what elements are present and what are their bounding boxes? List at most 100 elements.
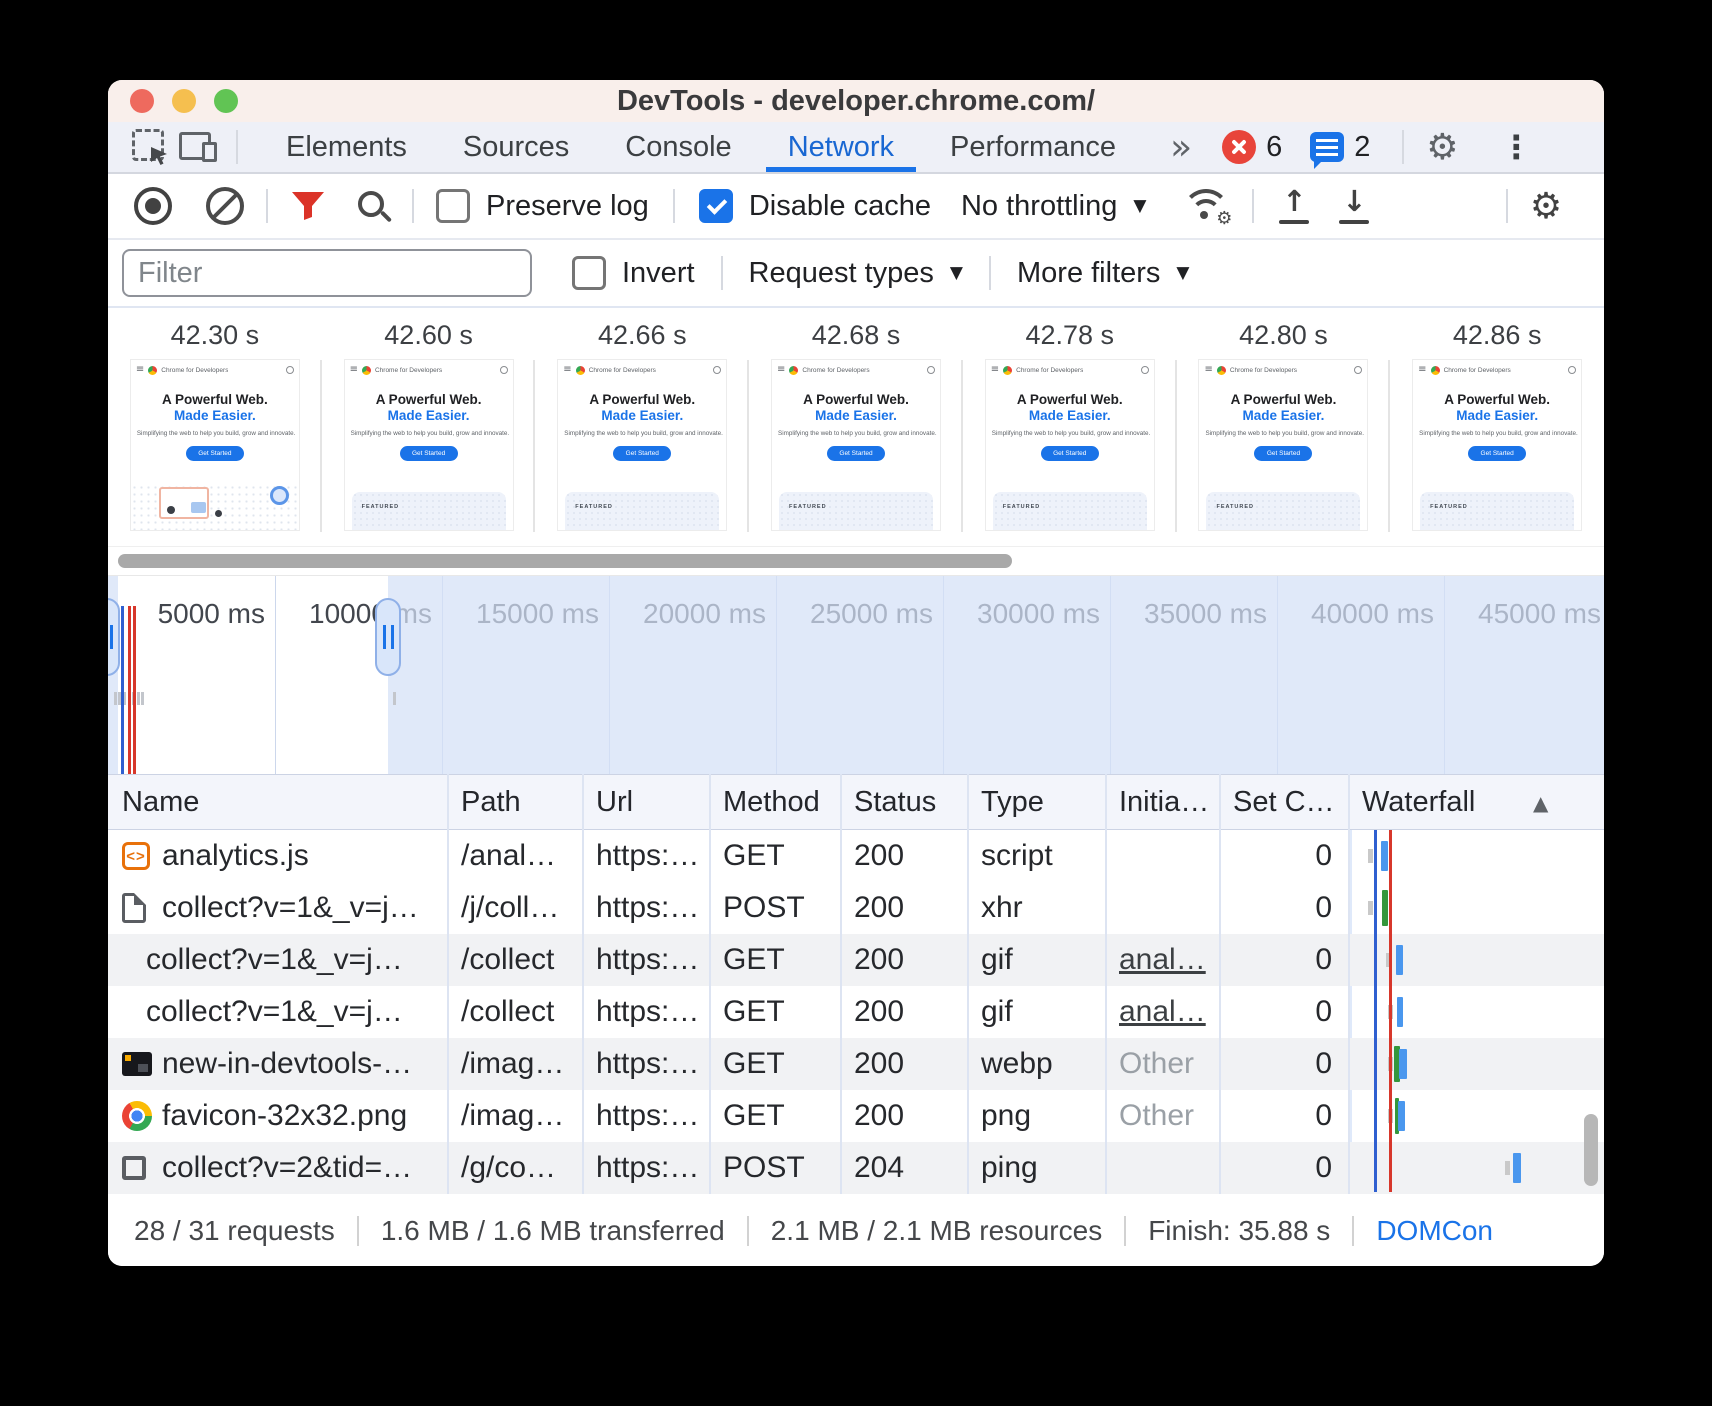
page-screenshot-thumbnail[interactable]: ≡Chrome for DevelopersA Powerful Web.Mad… [985,359,1155,531]
chevron-down-icon[interactable]: ▼ [1176,263,1189,283]
thumb-featured-box: FEATURED [1420,492,1574,530]
page-screenshot-thumbnail[interactable]: ≡Chrome for DevelopersA Powerful Web.Mad… [130,359,300,531]
page-screenshot-thumbnail[interactable]: ≡Chrome for DevelopersA Powerful Web.Mad… [557,359,727,531]
invert-checkbox[interactable] [572,256,606,290]
thumb-headline: A Powerful Web. [1199,392,1367,407]
timeline-left-handle[interactable] [108,598,120,676]
filmstrip-scrollbar[interactable] [108,546,1604,575]
inspect-element-button[interactable] [126,123,174,171]
cell-path: /collect [447,986,582,1038]
page-screenshot-thumbnail[interactable]: ≡Chrome for DevelopersA Powerful Web.Mad… [1198,359,1368,531]
thumb-get-started-button: Get Started [1254,446,1312,461]
more-tabs-button[interactable]: » [1170,127,1192,168]
network-settings-button[interactable]: ⚙ [1522,182,1570,230]
message-count: 2 [1354,131,1370,164]
table-row[interactable]: <>analytics.js/anal…https:…GET200script0 [108,830,1604,882]
cell-method: POST [709,882,840,934]
thumb-featured-label: FEATURED [1216,504,1254,510]
network-conditions-button[interactable]: ⚙ [1180,187,1228,225]
filter-icon[interactable] [290,190,326,222]
device-toolbar-button[interactable] [174,123,222,171]
hamburger-icon: ≡ [1204,365,1212,375]
request-types-dropdown[interactable]: Request types [749,257,934,290]
initiator-link[interactable]: anal… [1119,995,1206,1029]
file-icon-slot [122,1052,162,1076]
hamburger-icon: ≡ [1418,365,1426,375]
cell-status: 204 [840,1142,967,1194]
column-header-url[interactable]: Url [582,775,709,829]
page-screenshot-thumbnail[interactable]: ≡Chrome for DevelopersA Powerful Web.Mad… [1412,359,1582,531]
timeline-right-handle[interactable] [375,598,401,676]
preserve-log-checkbox[interactable] [436,189,470,223]
clear-network-log-button[interactable] [206,187,244,225]
table-row[interactable]: collect?v=1&_v=j…/collecthttps:…GET200gi… [108,934,1604,986]
table-row[interactable]: favicon-32x32.png/imag…https:…GET200pngO… [108,1090,1604,1142]
chevron-down-icon[interactable]: ▼ [950,263,963,283]
devtools-settings-button[interactable]: ⚙ [1418,123,1466,171]
column-header-initia[interactable]: Initia… [1105,775,1219,829]
network-request-table: NamePathUrlMethodStatusTypeInitia…Set C…… [108,774,1604,1194]
page-screenshot-thumbnail[interactable]: ≡Chrome for DevelopersA Powerful Web.Mad… [771,359,941,531]
filmstrip-frame: 42.78 s≡Chrome for DevelopersA Powerful … [963,308,1177,546]
import-har-button[interactable]: ↑ [1278,188,1310,224]
thumb-site-header: ≡Chrome for Developers [558,360,726,378]
tab-network[interactable]: Network [760,122,922,172]
thumb-featured-label: FEATURED [1003,504,1041,510]
devtools-menu-button[interactable]: ⋮ [1492,123,1540,171]
cell-method: GET [709,934,840,986]
request-name: favicon-32x32.png [162,1099,407,1133]
column-header-setc[interactable]: Set C… [1219,775,1348,829]
frame-timestamp: 42.60 s [322,320,536,351]
sort-ascending-icon[interactable]: ▲ [1533,791,1548,815]
tab-console[interactable]: Console [597,122,759,172]
export-har-button[interactable]: ↓ [1338,188,1370,224]
chrome-logo-icon [362,366,371,375]
filmstrip-frame: 42.60 s ≡Chrome for DevelopersA Powerful … [322,308,536,546]
column-header-status[interactable]: Status [840,775,967,829]
devtools-window: DevTools - developer.chrome.com/ Element… [108,80,1604,1266]
initiator-link[interactable]: anal… [1119,943,1206,977]
table-row[interactable]: collect?v=1&_v=j…/j/coll…https:…POST200x… [108,882,1604,934]
thumb-subtitle: Simplifying the web to help you build, g… [558,430,726,437]
search-icon[interactable] [356,189,390,223]
waterfall-bar [1397,997,1403,1027]
column-header-method[interactable]: Method [709,775,840,829]
window-titlebar: DevTools - developer.chrome.com/ [108,80,1604,122]
network-overview-timeline[interactable]: 5000 ms10000 ms15000 ms20000 ms25000 ms3… [108,575,1604,774]
thumb-headline: A Powerful Web. [345,392,513,407]
thumb-site-header: ≡Chrome for Developers [1413,360,1581,378]
timeline-event-line [133,606,136,774]
chevron-down-icon[interactable]: ▼ [1133,196,1146,216]
disable-cache-checkbox[interactable] [699,189,733,223]
more-filters-dropdown[interactable]: More filters [1017,257,1160,290]
tab-elements[interactable]: Elements [258,122,435,172]
table-scrollbar-thumb[interactable] [1584,1114,1598,1186]
column-header-type[interactable]: Type [967,775,1105,829]
table-row[interactable]: new-in-devtools-…/imag…https:…GET200webp… [108,1038,1604,1090]
tab-sources[interactable]: Sources [435,122,597,172]
record-network-log-button[interactable] [134,187,172,225]
scrollbar-thumb[interactable] [118,554,1012,568]
column-header-name[interactable]: Name [108,775,447,829]
error-badge-icon[interactable] [1222,130,1256,164]
issues-message-icon[interactable] [1310,132,1344,162]
thumb-headline-accent: Made Easier. [345,408,513,423]
thumb-get-started-button: Get Started [827,446,885,461]
filter-input[interactable] [122,249,532,297]
cell-method: GET [709,1090,840,1142]
thumb-headline-accent: Made Easier. [1199,408,1367,423]
table-row[interactable]: collect?v=2&tid=…/g/co…https:…POST204pin… [108,1142,1604,1194]
cell-name: new-in-devtools-… [108,1038,447,1090]
tab-performance[interactable]: Performance [922,122,1144,172]
table-row[interactable]: collect?v=1&_v=j…/collecthttps:…GET200gi… [108,986,1604,1038]
error-count: 6 [1266,131,1282,164]
chrome-logo-icon [1217,366,1226,375]
column-header-waterfall[interactable]: Waterfall [1348,775,1604,829]
throttling-select[interactable]: No throttling [961,190,1117,223]
thumb-get-started-button: Get Started [1041,446,1099,461]
column-header-path[interactable]: Path [447,775,582,829]
toolbar-divider [1402,130,1404,164]
page-screenshot-thumbnail[interactable]: ≡Chrome for DevelopersA Powerful Web.Mad… [344,359,514,531]
status-item[interactable]: DOMCon [1376,1215,1493,1247]
status-divider [747,1216,749,1246]
